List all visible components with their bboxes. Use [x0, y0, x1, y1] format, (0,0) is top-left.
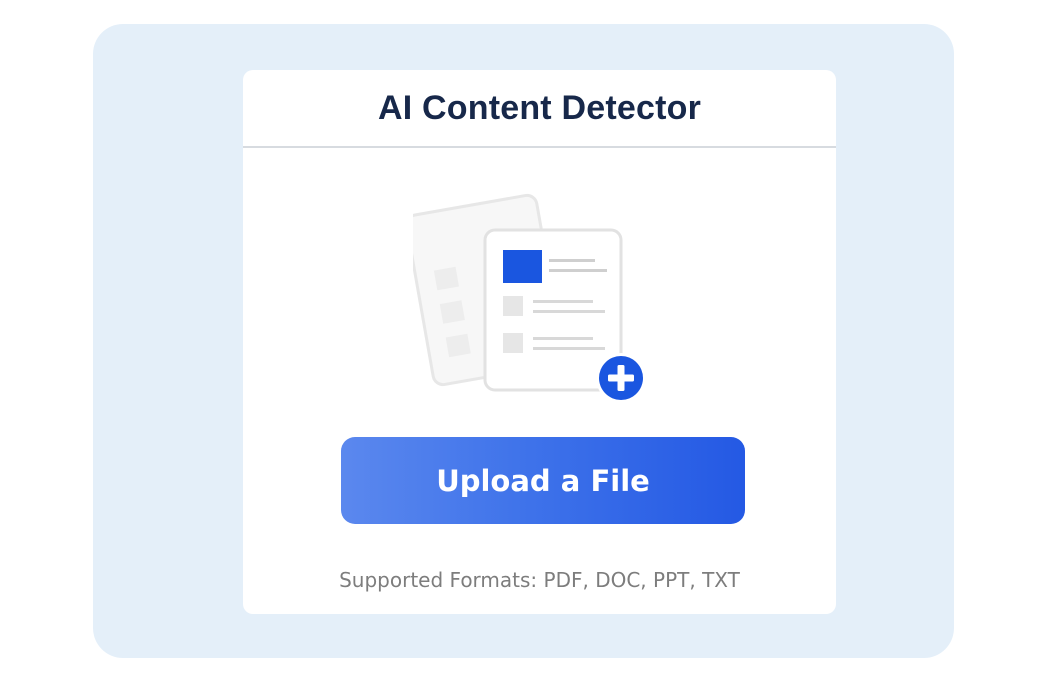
page-title: AI Content Detector — [377, 88, 702, 127]
outer-panel: AI Content Detector Upload a File Suppor… — [93, 24, 954, 658]
detector-card: AI Content Detector Upload a File Suppor… — [243, 70, 836, 614]
upload-button-label: Upload a File — [436, 463, 650, 498]
plus-circle-icon[interactable] — [596, 353, 646, 403]
documents-illustration — [413, 193, 646, 403]
upload-file-button[interactable]: Upload a File — [341, 437, 745, 524]
supported-formats-text: Supported Formats: PDF, DOC, PPT, TXT — [339, 568, 740, 592]
card-header: AI Content Detector — [243, 70, 836, 148]
